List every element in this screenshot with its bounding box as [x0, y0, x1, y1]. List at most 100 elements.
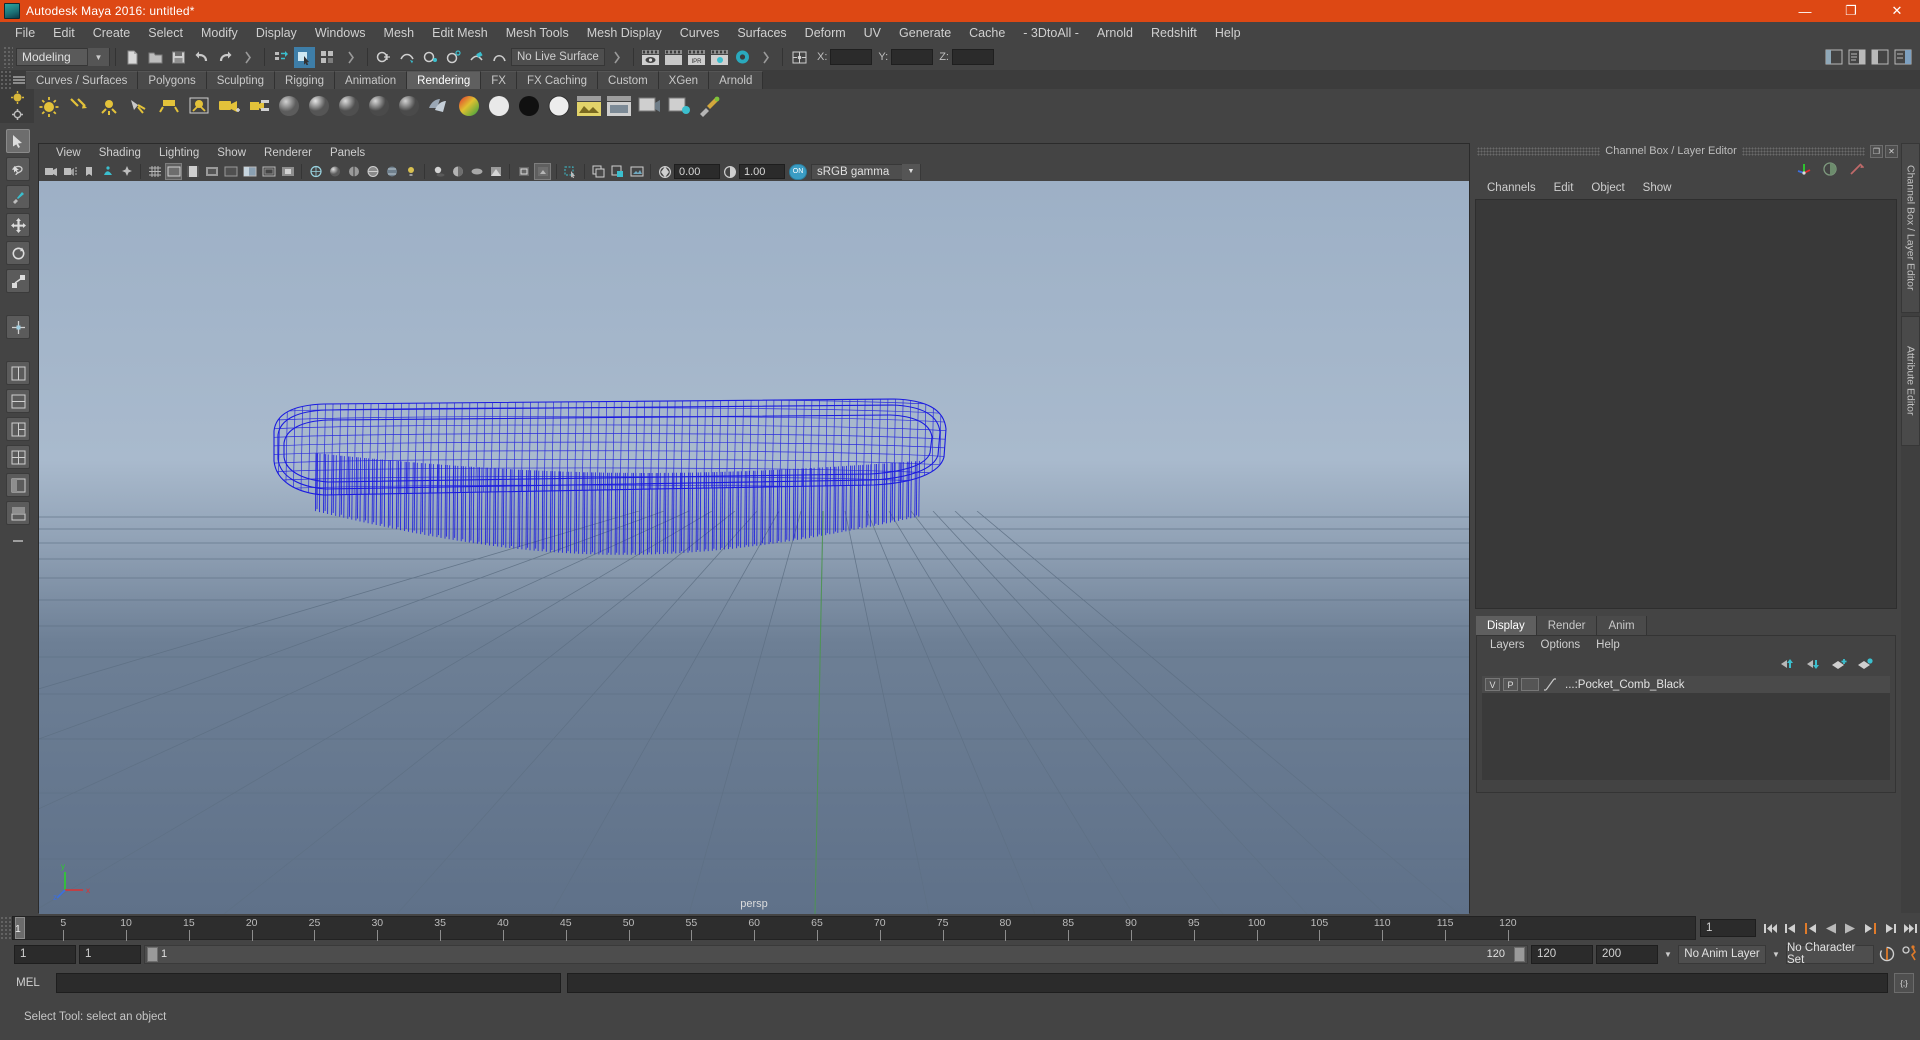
directional-light-icon[interactable]	[65, 92, 93, 120]
select-camera-icon[interactable]	[42, 163, 59, 180]
layout-single-pane-button[interactable]	[6, 361, 30, 385]
duplicate-view-icon[interactable]	[590, 163, 607, 180]
shelf-tab-arnold[interactable]: Arnold	[709, 71, 764, 90]
new-scene-button[interactable]	[122, 47, 143, 68]
shelf-options-side[interactable]	[0, 89, 34, 123]
menu-item-edit[interactable]: Edit	[44, 24, 84, 42]
layer-editor-menu-options[interactable]: Options	[1533, 638, 1589, 652]
lambert-material-icon[interactable]	[275, 92, 303, 120]
shadows-icon[interactable]	[430, 163, 447, 180]
layer-shading-toggle[interactable]	[1521, 678, 1539, 691]
layer-editor-tab-display[interactable]: Display	[1476, 616, 1537, 635]
shelf-grip[interactable]	[0, 70, 12, 90]
close-button[interactable]: ✕	[1874, 0, 1920, 22]
wireframe-shading-icon[interactable]	[307, 163, 324, 180]
menu-item-select[interactable]: Select	[139, 24, 192, 42]
area-light-icon[interactable]	[155, 92, 183, 120]
range-handle-right[interactable]	[1514, 946, 1525, 962]
shelf-tab-polygons[interactable]: Polygons	[138, 71, 207, 90]
input-output-connections-button[interactable]	[789, 47, 810, 68]
grid-toggle-icon[interactable]	[146, 163, 163, 180]
shelf-menu-icon[interactable]	[12, 70, 26, 90]
animation-preferences-icon[interactable]	[1900, 943, 1920, 965]
menu-item-generate[interactable]: Generate	[890, 24, 960, 42]
menu-item-edit-mesh[interactable]: Edit Mesh	[423, 24, 497, 42]
resolution-gate-icon[interactable]	[184, 163, 201, 180]
smooth-shade-selected-icon[interactable]	[345, 163, 362, 180]
scale-tool-button[interactable]	[6, 269, 30, 293]
menu-item-create[interactable]: Create	[84, 24, 140, 42]
select-by-hierarchy-button[interactable]	[271, 47, 292, 68]
menu-item-redshift[interactable]: Redshift	[1142, 24, 1206, 42]
show-hide-attribute-editor-button[interactable]	[1846, 47, 1867, 68]
menu-item-mesh-display[interactable]: Mesh Display	[578, 24, 671, 42]
texture-display-icon[interactable]	[383, 163, 400, 180]
channel-box-menu-channels[interactable]: Channels	[1478, 181, 1545, 195]
statusline-expander-2[interactable]	[340, 47, 361, 68]
color-management-dropdown[interactable]: sRGB gamma ▼	[811, 163, 921, 180]
surface-shader-icon[interactable]	[485, 92, 513, 120]
statusline-grip[interactable]	[3, 46, 13, 68]
render-sequence-icon[interactable]	[635, 92, 663, 120]
layer-editor-menu-help[interactable]: Help	[1588, 638, 1628, 652]
viewport-menu-renderer[interactable]: Renderer	[255, 146, 321, 160]
go-to-end-button[interactable]	[1900, 917, 1920, 939]
show-hide-tool-settings-button[interactable]	[1869, 47, 1890, 68]
save-scene-button[interactable]	[168, 47, 189, 68]
y-coordinate-field[interactable]	[891, 49, 934, 65]
play-forwards-button[interactable]	[1840, 917, 1860, 939]
batch-render-icon[interactable]	[665, 92, 693, 120]
shading-map-icon[interactable]	[545, 92, 573, 120]
menu-item-modify[interactable]: Modify	[192, 24, 247, 42]
layer-editor-tab-render[interactable]: Render	[1536, 616, 1598, 635]
select-by-object-type-button[interactable]	[294, 46, 315, 68]
menu-item-cache[interactable]: Cache	[960, 24, 1014, 42]
panel-drag-dots-right[interactable]	[1741, 146, 1865, 156]
film-gate-icon[interactable]	[165, 163, 182, 180]
xray-mode-icon[interactable]	[515, 163, 532, 180]
undo-button[interactable]	[191, 47, 212, 68]
menu-set-dropdown[interactable]: Modeling ▼	[16, 48, 110, 66]
menu-item-windows[interactable]: Windows	[306, 24, 375, 42]
current-frame-field[interactable]: 1	[1700, 919, 1756, 937]
menu-item-deform[interactable]: Deform	[796, 24, 855, 42]
range-start-field[interactable]: 1	[14, 944, 76, 964]
step-back-frame-button[interactable]	[1800, 917, 1820, 939]
new-layer-icon[interactable]	[1831, 657, 1847, 671]
viewport-menu-panels[interactable]: Panels	[321, 146, 374, 160]
step-back-key-button[interactable]	[1780, 917, 1800, 939]
layout-outliner-persp-button[interactable]	[6, 473, 30, 497]
bookmark-icon[interactable]	[80, 163, 97, 180]
statusline-expander-1[interactable]	[237, 47, 258, 68]
menu-item-uv[interactable]: UV	[855, 24, 890, 42]
play-backwards-button[interactable]	[1820, 917, 1840, 939]
menu-item-file[interactable]: File	[6, 24, 44, 42]
move-layer-up-icon[interactable]	[1779, 657, 1795, 671]
command-input[interactable]	[56, 973, 561, 993]
exposure-gate-icon[interactable]	[241, 163, 258, 180]
layout-four-pane-button[interactable]	[6, 445, 30, 469]
new-layer-from-selected-icon[interactable]	[1857, 657, 1873, 671]
viewport-menu-show[interactable]: Show	[208, 146, 255, 160]
display-layer-row[interactable]: V P ...:Pocket_Comb_Black	[1482, 676, 1890, 693]
render-settings-button[interactable]	[709, 47, 730, 68]
command-language-label[interactable]: MEL	[6, 977, 50, 989]
snap-to-curve-button[interactable]	[397, 47, 418, 68]
view-image-icon[interactable]	[628, 163, 645, 180]
shade-wireframe-icon[interactable]	[364, 163, 381, 180]
two-d-pan-zoom-icon[interactable]	[118, 163, 135, 180]
maximize-button[interactable]: ❐	[1828, 0, 1874, 22]
scene-end-field[interactable]: 200	[1596, 944, 1658, 964]
gamma-icon[interactable]	[721, 163, 738, 180]
phong-material-icon[interactable]	[335, 92, 363, 120]
side-tab-channel-box[interactable]: Channel Box / Layer Editor	[1901, 143, 1920, 313]
anisotropic-material-icon[interactable]	[395, 92, 423, 120]
script-editor-icon[interactable]: {;}	[1894, 973, 1914, 993]
paint-effects-icon[interactable]	[695, 92, 723, 120]
use-background-shader-icon[interactable]	[515, 92, 543, 120]
menu-item-display[interactable]: Display	[247, 24, 306, 42]
step-forward-frame-button[interactable]	[1860, 917, 1880, 939]
layout-three-pane-button[interactable]	[6, 417, 30, 441]
statusline-expander-3[interactable]	[606, 47, 627, 68]
viewport-menu-view[interactable]: View	[47, 146, 90, 160]
